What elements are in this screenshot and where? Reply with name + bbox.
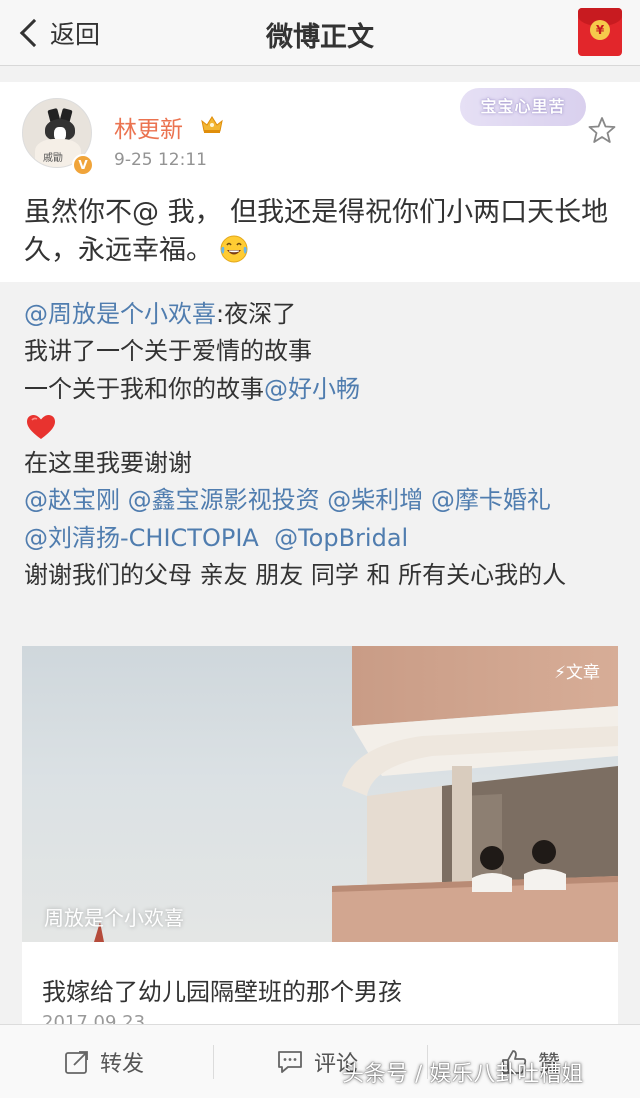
- avatar-caption: 戚勖: [43, 153, 63, 164]
- repost-text: @周放是个小欢喜:夜深了 我讲了一个关于爱情的故事 一个关于我和你的故事@好小畅…: [24, 296, 624, 594]
- repost-closing: 谢谢我们的父母 亲友 朋友 同学 和 所有关心我的人: [24, 561, 567, 590]
- verified-badge-icon: V: [72, 154, 94, 176]
- share-icon: [65, 1051, 88, 1074]
- page-title: 微博正文: [266, 22, 374, 53]
- post-text: 虽然你不@ 我， 但我还是得祝你们小两口天长地久，永远幸福。: [24, 194, 624, 270]
- avatar-face: [45, 119, 75, 141]
- mention-link[interactable]: @鑫宝源影视投资: [128, 486, 320, 514]
- post-text-content: 虽然你不@ 我， 但我还是得祝你们小两口天长地久，永远幸福。: [24, 197, 609, 266]
- mention-link[interactable]: @TopBridal: [274, 524, 408, 552]
- mentions-row: @刘清扬-CHICTOPIA @TopBridal: [24, 520, 624, 557]
- divider: [213, 1045, 214, 1079]
- article-card[interactable]: ⚡文章 周放是个小欢喜 我嫁给了幼儿园隔壁班的那个男孩 2017.09.23: [22, 646, 618, 1026]
- navigation-bar: 返回 微博正文 ¥: [0, 0, 640, 66]
- article-tag-label: 文章: [566, 663, 600, 683]
- repost-line: 在这里我要谢谢: [24, 449, 192, 478]
- article-title: 我嫁给了幼儿园隔壁班的那个男孩: [42, 978, 402, 1006]
- repost-line-text: 一个关于我和你的故事: [24, 374, 264, 403]
- heart-icon: [27, 414, 55, 439]
- mention-author[interactable]: @周放是个小欢喜: [24, 300, 216, 328]
- mention-link[interactable]: @摩卡婚礼: [431, 486, 551, 514]
- lightning-icon: ⚡: [554, 663, 566, 683]
- repost-label: 转发: [100, 1052, 145, 1077]
- fan-badge: 宝宝心里苦: [460, 88, 586, 126]
- article-cover-image: ⚡文章 周放是个小欢喜: [22, 646, 618, 942]
- post-timestamp: 9-25 12:11: [114, 150, 207, 170]
- article-type-tag: ⚡文章: [554, 658, 600, 683]
- comment-icon: [278, 1051, 302, 1073]
- star-icon[interactable]: [588, 116, 616, 144]
- username[interactable]: 林更新: [114, 110, 183, 144]
- repost-section: @周放是个小欢喜:夜深了 我讲了一个关于爱情的故事 一个关于我和你的故事@好小畅…: [0, 284, 640, 1026]
- watermark: 头条号 / 娱乐八卦吐槽姐: [342, 1062, 584, 1087]
- cover-photo-illustration: [94, 646, 618, 942]
- red-packet-coin: ¥: [590, 20, 610, 40]
- vip-crown-icon: [201, 116, 223, 133]
- repost-line: 一个关于我和你的故事@好小畅: [24, 371, 624, 408]
- repost-line: [24, 408, 624, 445]
- article-image-caption: 周放是个小欢喜: [44, 906, 184, 930]
- weibo-post: 戚勖 V 林更新 9-25 12:11 宝宝心里苦 虽然你不@ 我， 但我还是得…: [0, 82, 640, 282]
- mention-link[interactable]: @刘清扬-CHICTOPIA: [24, 524, 259, 552]
- mention-link[interactable]: @好小畅: [264, 375, 360, 403]
- mention-link[interactable]: @柴利增: [327, 486, 423, 514]
- red-packet-button[interactable]: ¥: [578, 8, 622, 56]
- laughing-tears-icon: [220, 235, 248, 263]
- repost-line: 我讲了一个关于爱情的故事: [24, 337, 312, 366]
- repost-line-text: :夜深了: [216, 300, 297, 328]
- mentions-row: @赵宝刚 @鑫宝源影视投资 @柴利增 @摩卡婚礼: [24, 482, 624, 519]
- repost-line: @周放是个小欢喜:夜深了: [24, 296, 624, 333]
- repost-button[interactable]: 转发: [64, 1025, 144, 1098]
- mention-link[interactable]: @赵宝刚: [24, 486, 120, 514]
